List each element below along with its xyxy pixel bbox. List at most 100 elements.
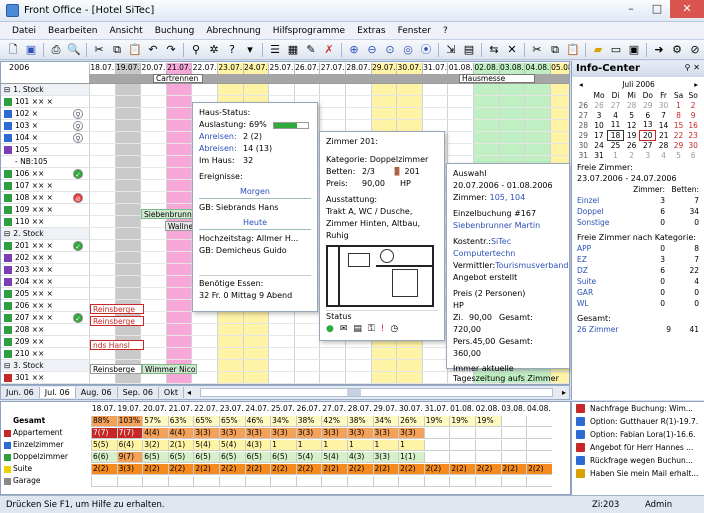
- day-column[interactable]: [140, 84, 166, 384]
- info-link[interactable]: GAR: [577, 288, 631, 297]
- occupancy-cell[interactable]: 2(1): [167, 440, 194, 451]
- occupancy-cell[interactable]: 5(4): [295, 452, 322, 463]
- occupancy-cell[interactable]: 1: [372, 440, 399, 451]
- occupancy-cell[interactable]: 4(3): [244, 440, 271, 451]
- zoom-fit-icon[interactable]: ◎: [401, 43, 415, 57]
- room-row[interactable]: 107 ×× ×: [1, 180, 89, 192]
- day-header[interactable]: 27.07.: [319, 63, 345, 74]
- calendar-day[interactable]: 26: [624, 140, 640, 150]
- room-row[interactable]: 108 ×× × ⊘: [1, 192, 89, 204]
- room-row[interactable]: 205 ×× ×: [1, 288, 89, 300]
- occupancy-cell[interactable]: [526, 476, 552, 487]
- floor-header[interactable]: ⊟ 3. Stock: [1, 360, 89, 372]
- day-header[interactable]: 22.07.: [191, 63, 217, 74]
- booking-bar[interactable]: Reinsberge: [90, 316, 144, 326]
- occupancy-cell[interactable]: 4(4): [142, 428, 168, 439]
- undo-icon[interactable]: ↶: [146, 43, 160, 57]
- occupancy-cell[interactable]: 2(2): [474, 464, 501, 475]
- calendar-day[interactable]: 27: [608, 100, 624, 110]
- calendar-day[interactable]: 17: [591, 130, 608, 140]
- room-row[interactable]: 207 ×× × ✓: [1, 312, 89, 324]
- cut-icon[interactable]: ✂: [92, 43, 106, 57]
- calendar-day[interactable]: 2: [624, 150, 640, 160]
- calendar-day[interactable]: 9: [686, 110, 701, 120]
- menu-hilfsprogramme[interactable]: Hilfsprogramme: [267, 26, 351, 36]
- occupancy-cell[interactable]: [526, 452, 552, 463]
- room-row[interactable]: 208 ××: [1, 324, 89, 336]
- zimmer-link[interactable]: 105, 104: [490, 193, 526, 202]
- booking-bar[interactable]: Wimmer Nicol: [142, 364, 197, 374]
- occupancy-cell[interactable]: 3(3): [193, 428, 219, 439]
- info-link[interactable]: EZ: [577, 255, 631, 264]
- alert-icon[interactable]: !: [381, 323, 385, 335]
- room-row[interactable]: 106 ×× ✓: [1, 168, 89, 180]
- calendar-day[interactable]: 26: [591, 100, 608, 110]
- occupancy-cell[interactable]: 63%: [167, 416, 194, 427]
- list-icon[interactable]: ☰: [268, 43, 282, 57]
- next-month-icon[interactable]: ▸: [694, 80, 698, 89]
- calendar-day[interactable]: 5: [624, 110, 640, 120]
- calendar-day[interactable]: 28: [624, 100, 640, 110]
- calendar-day[interactable]: 5: [671, 150, 686, 160]
- scroll-thumb[interactable]: [347, 389, 362, 396]
- occupancy-cell[interactable]: [295, 476, 322, 487]
- remove-icon[interactable]: ✕: [505, 43, 519, 57]
- calendar-day[interactable]: 16: [686, 120, 701, 130]
- occupancy-cell[interactable]: 3(3): [398, 428, 424, 439]
- pin-icon[interactable]: ⚲: [685, 63, 691, 72]
- calendar-day[interactable]: 15: [671, 120, 686, 130]
- print-icon[interactable]: ⎙: [49, 43, 63, 57]
- room-row[interactable]: 103 × ⚲: [1, 120, 89, 132]
- room-row[interactable]: 203 ×× ×: [1, 264, 89, 276]
- key-icon[interactable]: ⚿: [368, 323, 375, 335]
- minimize-button[interactable]: –: [618, 0, 644, 18]
- calendar-day[interactable]: 1: [671, 100, 686, 110]
- occupancy-cell[interactable]: [218, 476, 245, 487]
- occupancy-cell[interactable]: [500, 428, 527, 439]
- import-icon[interactable]: ⇲: [444, 43, 458, 57]
- collapse-icon[interactable]: ⊟: [4, 229, 10, 238]
- zoom-in-icon[interactable]: ⊕: [347, 43, 361, 57]
- day-header[interactable]: 18.07.: [89, 63, 115, 74]
- occupancy-cell[interactable]: [346, 476, 373, 487]
- day-header[interactable]: 28.07.: [345, 63, 371, 74]
- gesamt-link[interactable]: 26 Zimmer: [577, 325, 643, 334]
- copy-icon[interactable]: ⧉: [110, 43, 124, 57]
- task-item[interactable]: Haben Sie mein Mail erhalt...: [572, 467, 704, 480]
- task-item[interactable]: Rückfrage wegen Buchun...: [572, 454, 704, 467]
- calendar-day[interactable]: 8: [671, 110, 686, 120]
- tab-okt[interactable]: Okt: [159, 387, 184, 398]
- occupancy-cell[interactable]: 2(2): [218, 464, 245, 475]
- info-link[interactable]: Einzel: [577, 196, 631, 205]
- occupancy-cell[interactable]: [142, 476, 168, 487]
- room-row[interactable]: 201 ×× × ✓: [1, 240, 89, 252]
- occupancy-cell[interactable]: 1: [270, 440, 296, 451]
- occupancy-cell[interactable]: 7(7): [91, 428, 117, 439]
- check-icon[interactable]: ●: [326, 323, 334, 335]
- calendar-day[interactable]: 18: [606, 129, 625, 141]
- occupancy-cell[interactable]: 3(3): [321, 428, 347, 439]
- calendar-day[interactable]: 27: [640, 140, 656, 150]
- calendar-day[interactable]: 29: [640, 100, 656, 110]
- day-header[interactable]: 19.07.: [114, 63, 141, 74]
- cut2-icon[interactable]: ✂: [530, 43, 544, 57]
- event-cartrennen[interactable]: Cartrennen: [153, 74, 203, 83]
- mail-icon[interactable]: ✉: [340, 323, 348, 335]
- info-link[interactable]: APP: [577, 244, 631, 253]
- occupancy-cell[interactable]: [423, 476, 450, 487]
- calendar-day[interactable]: 21: [656, 130, 671, 140]
- help-icon[interactable]: ?: [225, 43, 239, 57]
- paste-icon[interactable]: 📋: [128, 43, 142, 57]
- task-item[interactable]: Angebot für Herr Hannes ...: [572, 441, 704, 454]
- occupancy-cell[interactable]: [167, 476, 194, 487]
- occupancy-cell[interactable]: 65%: [193, 416, 219, 427]
- occupancy-cell[interactable]: 2(2): [398, 464, 424, 475]
- occupancy-cell[interactable]: 3(3): [218, 428, 245, 439]
- day-header[interactable]: 30.07.: [396, 63, 422, 74]
- room-row[interactable]: 102 × ⚲: [1, 108, 89, 120]
- folder-icon[interactable]: ▰: [591, 43, 605, 57]
- occupancy-cell[interactable]: 5(4): [321, 452, 347, 463]
- occupancy-cell[interactable]: 6(5): [244, 452, 271, 463]
- booking-bar[interactable]: Reinsberge: [90, 364, 142, 374]
- occupancy-cell[interactable]: 34%: [372, 416, 399, 427]
